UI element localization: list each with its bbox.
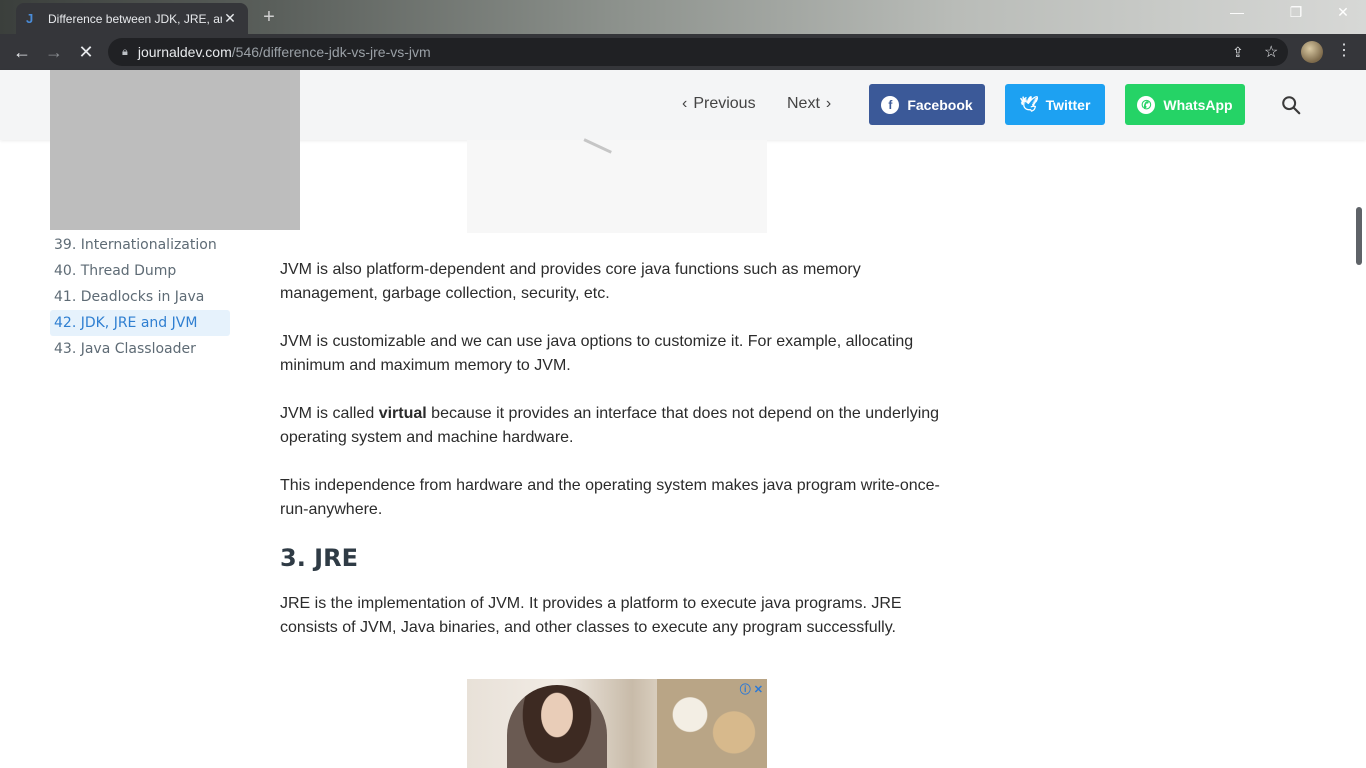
whatsapp-share-button[interactable]: ✆ WhatsApp [1125, 84, 1245, 125]
ad-banner-bottom[interactable]: ⓘ ✕ [467, 679, 767, 768]
browser-tab[interactable]: J Difference between JDK, JRE, and ✕ [16, 3, 248, 34]
share-page-icon[interactable]: ⇪ [1232, 44, 1244, 61]
toc-item-thread-dump[interactable]: 40. Thread Dump [50, 258, 230, 284]
article-paragraph: JVM is customizable and we can use java … [280, 333, 914, 374]
page-scrollbar[interactable] [1356, 207, 1362, 265]
previous-label: Previous [693, 95, 756, 112]
paragraph-text: JVM is called [280, 405, 379, 422]
chevron-left-icon: ‹ [682, 95, 688, 112]
url-path: /546/difference-jdk-vs-jre-vs-jvm [231, 44, 431, 60]
twitter-label: Twitter [1045, 96, 1091, 113]
article-paragraph: JVM is called virtual because it provide… [280, 402, 940, 450]
article-paragraph: JRE is the implementation of JVM. It pro… [280, 595, 902, 636]
browser-menu-icon[interactable]: ⋮ [1336, 40, 1352, 60]
facebook-label: Facebook [907, 96, 973, 113]
article-body: JVM is also platform-dependent and provi… [280, 258, 940, 664]
bookmark-star-icon[interactable]: ☆ [1264, 42, 1278, 62]
toc-item-jdk-jre-jvm[interactable]: 42. JDK, JRE and JVM [50, 310, 230, 336]
facebook-share-button[interactable]: f Facebook [869, 84, 985, 125]
url-host: journaldev.com [137, 44, 232, 60]
browser-toolbar: ← → ✕ 🔒︎ journaldev.com /546/difference-… [0, 34, 1366, 70]
address-bar[interactable]: 🔒︎ journaldev.com /546/difference-jdk-vs… [108, 38, 1288, 66]
restore-icon[interactable]: ❐ [1273, 4, 1319, 21]
twitter-bird-icon: 🕊︎ [1019, 95, 1039, 113]
new-tab-button[interactable]: + [258, 6, 280, 28]
profile-avatar[interactable] [1301, 41, 1323, 63]
section-heading-jre: 3. JRE [280, 544, 358, 572]
adchoices-icon[interactable]: ⓘ ✕ [740, 681, 763, 697]
facebook-icon: f [881, 95, 900, 114]
article-paragraph: This independence from hardware and the … [280, 477, 940, 518]
toc-item-internationalization[interactable]: 39. Internationalization [50, 232, 230, 258]
next-label: Next [787, 95, 820, 112]
ad-image-person [507, 685, 607, 768]
browser-titlebar: J Difference between JDK, JRE, and ✕ + —… [0, 0, 1366, 34]
search-icon[interactable] [1280, 94, 1302, 116]
twitter-share-button[interactable]: 🕊︎ Twitter [1005, 84, 1105, 125]
previous-link[interactable]: ‹ Previous [682, 95, 756, 113]
bold-term-virtual: virtual [378, 405, 427, 422]
site-logo-placeholder [50, 70, 300, 230]
lock-icon: 🔒︎ [122, 45, 128, 58]
window-close-icon[interactable]: ✕ [1320, 4, 1366, 21]
tab-close-icon[interactable]: ✕ [222, 10, 238, 27]
ad-banner-top[interactable] [467, 128, 767, 233]
back-icon[interactable]: ← [10, 40, 34, 64]
table-of-contents: 39. Internationalization 40. Thread Dump… [50, 232, 230, 362]
journaldev-favicon-icon: J [26, 10, 34, 26]
next-link[interactable]: Next › [787, 95, 831, 113]
toc-item-classloader[interactable]: 43. Java Classloader [50, 336, 230, 362]
whatsapp-label: WhatsApp [1163, 96, 1233, 113]
tab-title: Difference between JDK, JRE, and [48, 11, 222, 26]
article-paragraph: JVM is also platform-dependent and provi… [280, 261, 861, 302]
toc-item-deadlocks[interactable]: 41. Deadlocks in Java [50, 284, 230, 310]
minimize-icon[interactable]: — [1214, 4, 1260, 20]
whatsapp-icon: ✆ [1137, 95, 1156, 114]
stop-loading-icon[interactable]: ✕ [74, 40, 98, 64]
forward-icon[interactable]: → [42, 40, 66, 64]
chevron-right-icon: › [825, 95, 832, 112]
